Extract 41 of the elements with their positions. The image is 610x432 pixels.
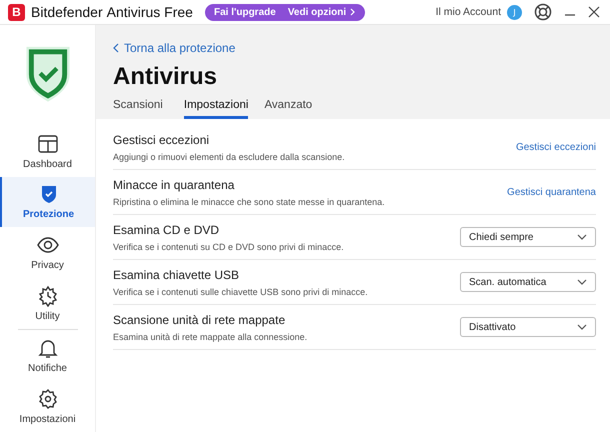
page-title: Antivirus <box>113 63 218 91</box>
sidebar-item[interactable]: Notifiche <box>0 330 95 382</box>
sidebar-item[interactable]: Dashboard <box>0 126 95 177</box>
setting-description: Aggiungi o rimuovi elementi da escludere dalla scansione. <box>113 152 345 162</box>
action-link[interactable]: Gestisci eccezioni <box>516 142 596 152</box>
gear-icon <box>36 285 58 308</box>
setting-description: Ripristina o elimina le minacce che sono state messe in quarantena. <box>113 196 385 206</box>
tab[interactable]: Impostazioni <box>184 97 248 119</box>
sidebar-item[interactable]: Protezione <box>0 176 95 228</box>
chevron-down-icon <box>577 234 587 240</box>
setting-description: Verifica se i contenuti su CD e DVD sono privi di minacce. <box>113 242 344 252</box>
setting-description: Esamina unità di rete mappate alla connessione. <box>113 332 308 342</box>
setting-title: Gestisci eccezioni <box>113 132 210 146</box>
close-icon[interactable] <box>588 6 600 18</box>
setting-title: Scansione unità di rete mappate <box>113 312 286 326</box>
dropdown[interactable]: Scan. automatica <box>460 272 596 292</box>
product-name: Antivirus Free <box>106 4 193 20</box>
setting-description: Verifica se i contenuti sulle chiavette USB sono privi di minacce. <box>113 286 368 296</box>
back-link[interactable]: Torna alla protezione <box>113 41 596 55</box>
sidebar-item[interactable]: Impostazioni <box>0 381 95 432</box>
chevron-right-icon <box>350 8 356 16</box>
sidebar-item[interactable]: Privacy <box>0 227 95 278</box>
setting-title: Esamina chiavette USB <box>113 268 240 282</box>
sidebar-item[interactable]: Utility <box>0 278 95 330</box>
account-link[interactable]: Il mio Account <box>436 6 501 18</box>
chevron-left-icon <box>113 43 119 53</box>
tab[interactable]: Scansioni <box>113 97 168 119</box>
dropdown[interactable]: Chiedi sempre <box>460 227 596 247</box>
brand-logo: B <box>8 4 25 20</box>
help-icon[interactable] <box>534 3 552 21</box>
dropdown[interactable]: Disattivato <box>460 317 596 337</box>
chevron-down-icon <box>577 279 587 285</box>
setting-title: Minacce in quarantena <box>113 178 236 192</box>
gear-icon <box>36 388 58 410</box>
app-name: Bitdefender <box>31 4 103 20</box>
layout-icon <box>36 132 58 155</box>
action-link[interactable]: Gestisci quarantena <box>507 186 596 198</box>
tab[interactable]: Avanzato <box>264 97 318 119</box>
upgrade-button[interactable]: Fai l'upgrade Vedi opzioni <box>204 4 366 20</box>
chevron-down-icon <box>577 324 587 330</box>
setting-title: Esamina CD e DVD <box>113 222 220 236</box>
